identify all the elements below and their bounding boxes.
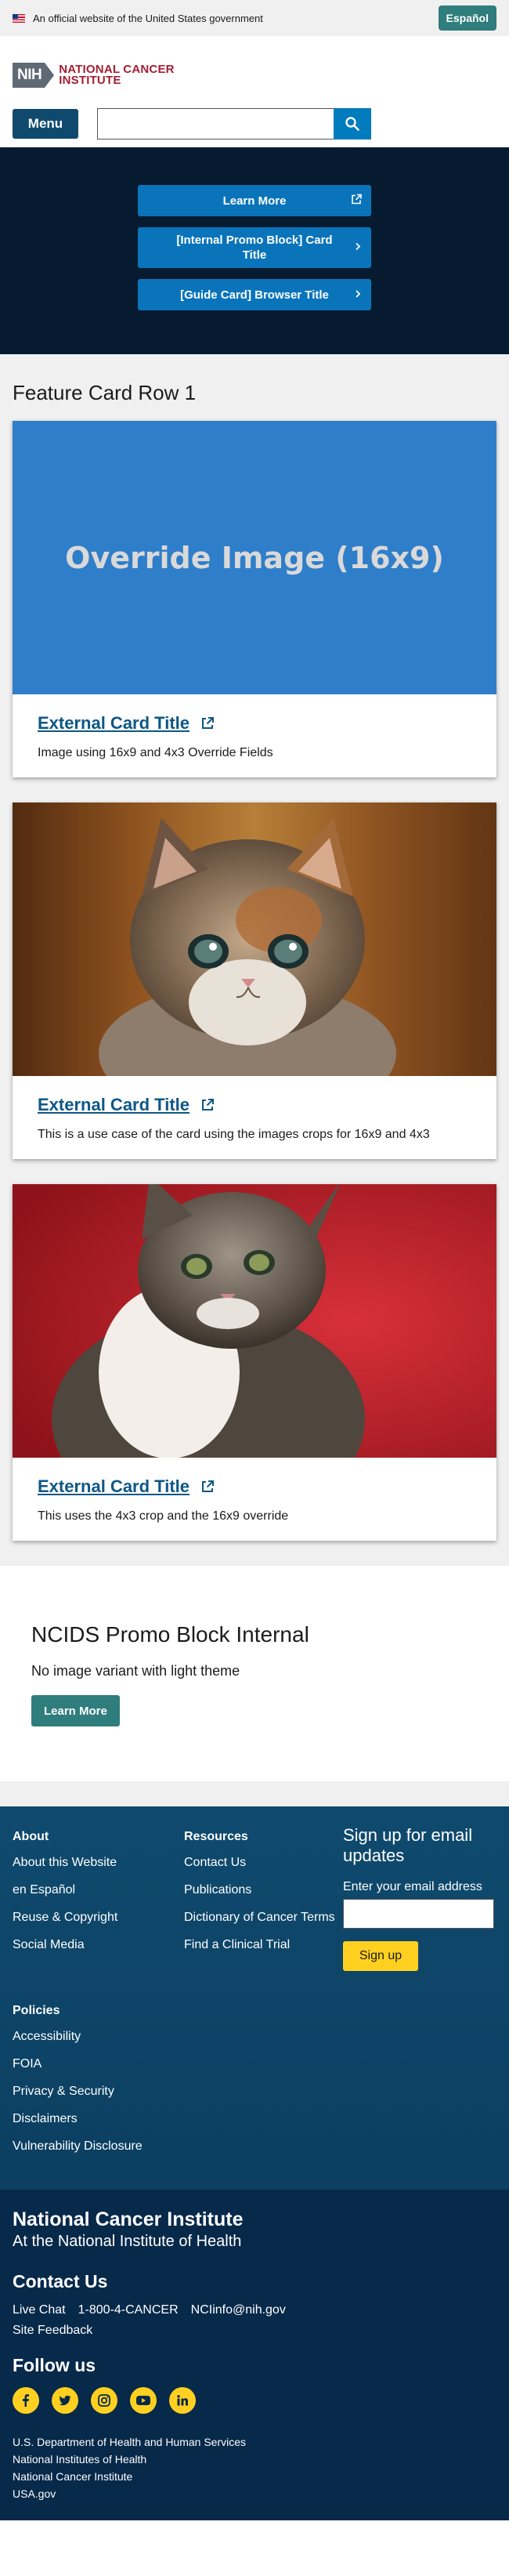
footer-policies-heading: Policies bbox=[13, 2004, 60, 2017]
kitten-red-background-image bbox=[13, 1184, 496, 1458]
footer-link-clinical-trial[interactable]: Find a Clinical Trial bbox=[184, 1937, 343, 1952]
internal-promo-card-link[interactable]: [Internal Promo Block] Card Title bbox=[138, 227, 371, 268]
instagram-icon[interactable] bbox=[91, 2387, 117, 2414]
promo-title: NCIDS Promo Block Internal bbox=[31, 1622, 309, 1647]
footer-about-heading: About bbox=[13, 1830, 49, 1843]
email-field[interactable] bbox=[343, 1899, 494, 1929]
footer-policies-column: Policies Accessibility FOIA Privacy & Se… bbox=[13, 2004, 496, 2154]
footer-link-privacy[interactable]: Privacy & Security bbox=[13, 2084, 496, 2099]
signup-button[interactable]: Sign up bbox=[343, 1941, 418, 1971]
card-description: This is a use case of the card using the… bbox=[38, 1128, 430, 1141]
footer-link-accessibility[interactable]: Accessibility bbox=[13, 2029, 496, 2044]
external-link-icon bbox=[202, 1480, 214, 1492]
footer-resources-column: Resources Contact Us Publications Dictio… bbox=[184, 1830, 343, 1971]
footer-link-en-espanol[interactable]: en Español bbox=[13, 1882, 184, 1897]
external-link-icon bbox=[351, 194, 362, 208]
search-icon bbox=[345, 117, 359, 131]
footer-link-disclaimers[interactable]: Disclaimers bbox=[13, 2111, 496, 2126]
promo-block: NCIDS Promo Block Internal No image vari… bbox=[0, 1566, 509, 1781]
dark-link-list: Learn More [Internal Promo Block] Card T… bbox=[0, 147, 509, 354]
card-title-link[interactable]: External Card Title bbox=[38, 1476, 215, 1497]
menu-button[interactable]: Menu bbox=[13, 109, 78, 139]
chevron-right-icon bbox=[354, 241, 362, 255]
card-title-link[interactable]: External Card Title bbox=[38, 1095, 215, 1115]
footer-link-about-website[interactable]: About this Website bbox=[13, 1855, 184, 1870]
youtube-icon[interactable] bbox=[130, 2387, 157, 2414]
feature-card-row: Feature Card Row 1 Override Image (16x9)… bbox=[0, 354, 509, 1566]
card-body: External Card Title Image using 16x9 and… bbox=[13, 694, 496, 777]
card-title-link[interactable]: External Card Title bbox=[38, 713, 215, 734]
nih-logo-mark: NIH bbox=[13, 63, 55, 88]
email-label: Enter your email address bbox=[343, 1880, 482, 1893]
card-body: External Card Title This uses the 4x3 cr… bbox=[13, 1458, 496, 1541]
promo-text: No image variant with light theme bbox=[31, 1663, 240, 1679]
follow-title: Follow us bbox=[13, 2355, 96, 2375]
contact-title: Contact Us bbox=[13, 2271, 108, 2292]
search-input[interactable] bbox=[97, 108, 334, 139]
footer-secondary: National Cancer Institute At the Nationa… bbox=[0, 2190, 509, 2520]
external-link-icon bbox=[202, 717, 214, 729]
social-links bbox=[13, 2387, 496, 2414]
site-header: NIH NATIONAL CANCER INSTITUTE Menu bbox=[0, 36, 509, 147]
linkedin-icon[interactable] bbox=[169, 2387, 196, 2414]
promo-block-wrapper: NCIDS Promo Block Internal No image vari… bbox=[0, 1566, 509, 1806]
chevron-right-icon bbox=[354, 288, 362, 301]
card-description: This uses the 4x3 crop and the 16x9 over… bbox=[38, 1509, 289, 1523]
gov-banner-left: An official website of the United States… bbox=[13, 13, 263, 24]
footer-org-name: National Cancer Institute bbox=[13, 2208, 244, 2230]
section-title: Feature Card Row 1 bbox=[13, 381, 197, 404]
footer-link-dictionary[interactable]: Dictionary of Cancer Terms bbox=[184, 1910, 343, 1925]
nci-wordmark: NATIONAL CANCER INSTITUTE bbox=[59, 63, 175, 87]
footer-about-column: About About this Website en Español Reus… bbox=[13, 1830, 184, 1971]
footer-link-publications[interactable]: Publications bbox=[184, 1882, 343, 1897]
footer-resources-heading: Resources bbox=[184, 1830, 248, 1843]
agency-link-nci[interactable]: National Cancer Institute bbox=[13, 2470, 496, 2483]
agency-link-nih[interactable]: National Institutes of Health bbox=[13, 2453, 496, 2465]
card-body: External Card Title This is a use case o… bbox=[13, 1076, 496, 1159]
contact-row: Live Chat 1-800-4-CANCER NCIinfo@nih.gov bbox=[13, 2303, 496, 2317]
email-link[interactable]: NCIinfo@nih.gov bbox=[191, 2303, 286, 2317]
footer-link-foia[interactable]: FOIA bbox=[13, 2056, 496, 2071]
phone-link[interactable]: 1-800-4-CANCER bbox=[78, 2303, 179, 2317]
us-flag-icon bbox=[13, 13, 25, 23]
override-image: Override Image (16x9) bbox=[13, 421, 496, 694]
footer-primary: About About this Website en Español Reus… bbox=[0, 1806, 509, 2190]
gov-banner-text: An official website of the United States… bbox=[33, 12, 263, 24]
guide-card-link[interactable]: [Guide Card] Browser Title bbox=[138, 279, 371, 310]
card-description: Image using 16x9 and 4x3 Override Fields bbox=[38, 746, 273, 759]
kitten-photo-image bbox=[13, 803, 496, 1076]
footer-link-reuse-copyright[interactable]: Reuse & Copyright bbox=[13, 1910, 184, 1925]
feature-card[interactable]: External Card Title This is a use case o… bbox=[13, 803, 496, 1159]
promo-learn-more-button[interactable]: Learn More bbox=[31, 1695, 120, 1726]
footer-signup-column: Sign up for email updates Enter your ema… bbox=[343, 1825, 496, 1971]
site-feedback-link[interactable]: Site Feedback bbox=[13, 2324, 496, 2338]
facebook-icon[interactable] bbox=[13, 2387, 39, 2414]
agency-link-usagov[interactable]: USA.gov bbox=[13, 2487, 496, 2500]
agency-list: U.S. Department of Health and Human Serv… bbox=[13, 2436, 496, 2500]
twitter-icon[interactable] bbox=[52, 2387, 78, 2414]
footer-grid: About About this Website en Español Reus… bbox=[13, 1825, 496, 1971]
feature-card[interactable]: External Card Title This uses the 4x3 cr… bbox=[13, 1184, 496, 1541]
footer-org-sub: At the National Institute of Health bbox=[13, 2233, 242, 2250]
nci-logo[interactable]: NIH NATIONAL CANCER INSTITUTE bbox=[13, 63, 496, 88]
external-link-icon bbox=[202, 1099, 214, 1110]
search-button[interactable] bbox=[334, 108, 371, 139]
espanol-button[interactable]: Español bbox=[438, 5, 496, 31]
footer-link-contact-us[interactable]: Contact Us bbox=[184, 1855, 343, 1870]
live-chat-link[interactable]: Live Chat bbox=[13, 2303, 66, 2317]
feature-card[interactable]: Override Image (16x9) External Card Titl… bbox=[13, 421, 496, 777]
gov-banner: An official website of the United States… bbox=[0, 0, 509, 36]
signup-title: Sign up for email updates bbox=[343, 1825, 473, 1865]
learn-more-link[interactable]: Learn More bbox=[138, 185, 371, 216]
agency-link-hhs[interactable]: U.S. Department of Health and Human Serv… bbox=[13, 2436, 496, 2448]
footer-link-social-media[interactable]: Social Media bbox=[13, 1937, 184, 1952]
footer-link-vulnerability[interactable]: Vulnerability Disclosure bbox=[13, 2139, 496, 2154]
nav-row: Menu bbox=[13, 108, 496, 139]
